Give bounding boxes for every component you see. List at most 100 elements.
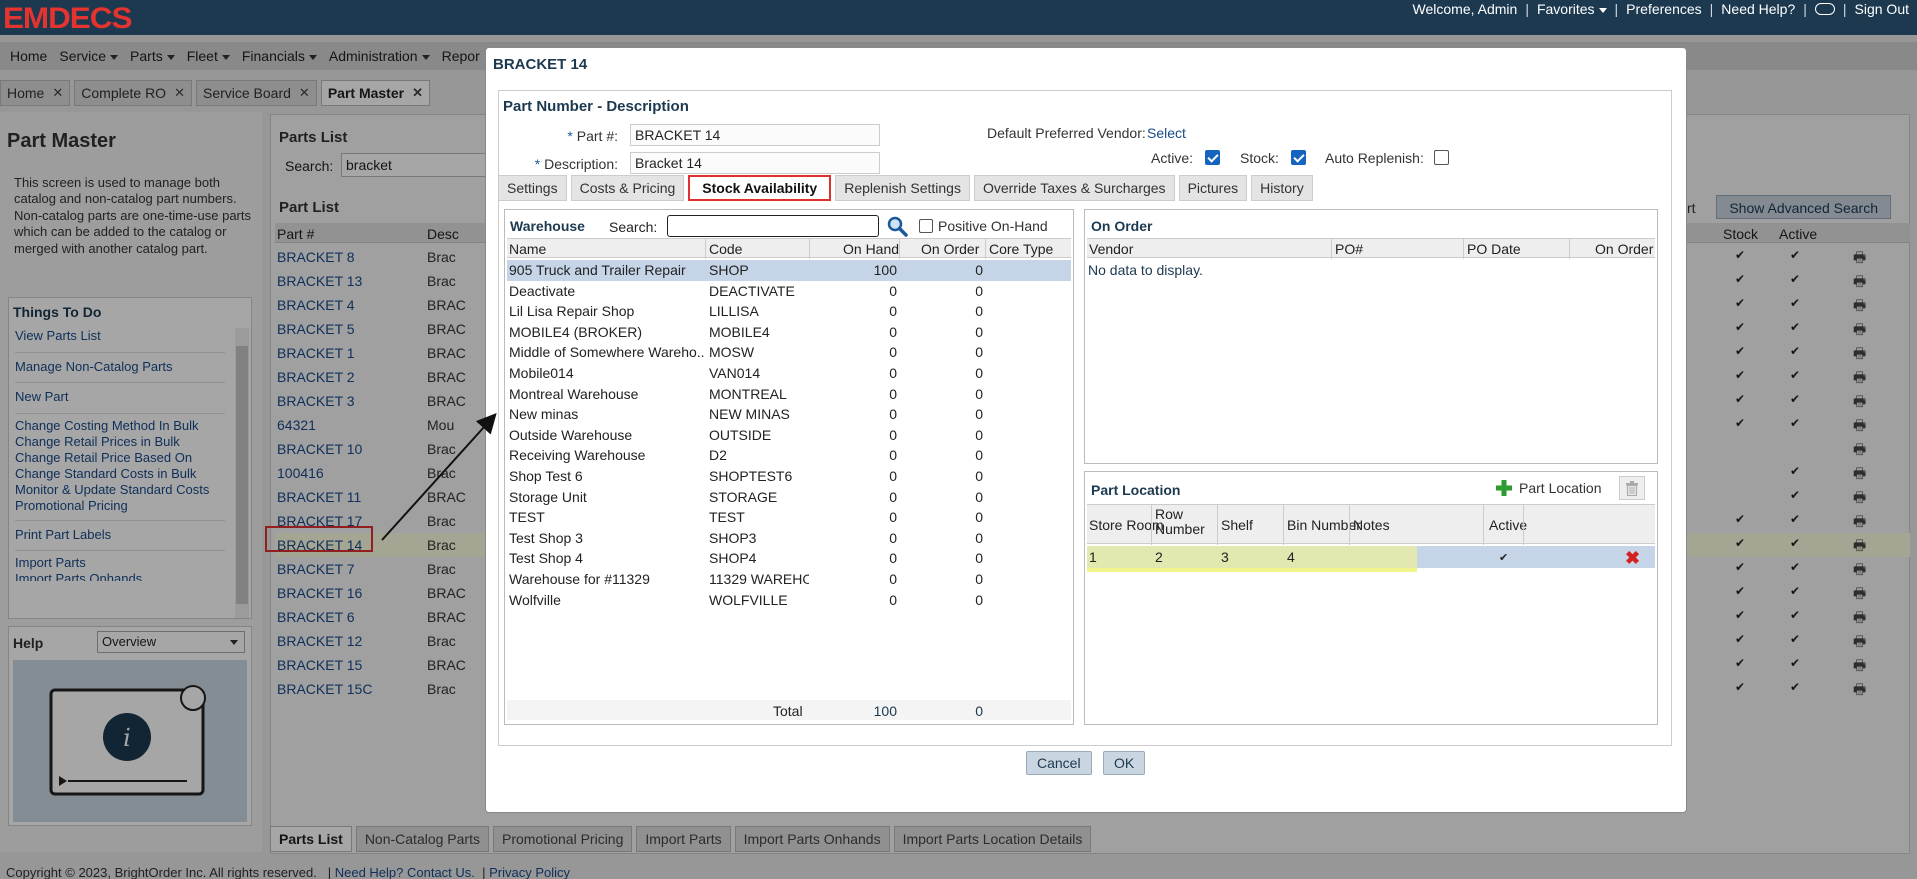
cell-store-room[interactable]: 1: [1089, 549, 1097, 565]
chat-icon[interactable]: [1814, 3, 1835, 15]
warehouse-onorder: 0: [975, 591, 983, 608]
cell-shelf[interactable]: 3: [1221, 549, 1229, 565]
warehouse-onhand: 0: [889, 509, 897, 526]
warehouse-row[interactable]: Montreal Warehouse MONTREAL 0 0: [507, 384, 1071, 405]
sign-out-link[interactable]: Sign Out: [1855, 1, 1909, 17]
warehouse-name: Test Shop 4: [509, 550, 583, 567]
auto-replenish-checkbox[interactable]: [1434, 150, 1449, 165]
warehouse-row[interactable]: Lil Lisa Repair Shop LILLISA 0 0: [507, 301, 1071, 322]
warehouse-row[interactable]: Storage Unit STORAGE 0 0: [507, 487, 1071, 508]
auto-replenish-label: Auto Replenish:: [1325, 150, 1424, 166]
warehouse-name: Wolfville: [509, 591, 561, 608]
col-shelf[interactable]: Shelf: [1221, 517, 1253, 533]
warehouse-row[interactable]: 905 Truck and Trailer Repair SHOP 100 0: [507, 260, 1071, 281]
warehouse-row[interactable]: New minas NEW MINAS 0 0: [507, 404, 1071, 425]
on-order-panel: On Order Vendor PO# PO Date On Order No …: [1084, 209, 1658, 464]
ok-button[interactable]: OK: [1103, 751, 1146, 775]
warehouse-row[interactable]: MOBILE4 (BROKER) MOBILE4 0 0: [507, 322, 1071, 343]
warehouse-onorder: 0: [975, 509, 983, 526]
tab-replenish-settings[interactable]: Replenish Settings: [835, 175, 970, 201]
stock-checkbox[interactable]: [1291, 150, 1306, 165]
warehouse-row[interactable]: Deactivate DEACTIVATE 0 0: [507, 281, 1071, 302]
stock-label: Stock:: [1240, 150, 1279, 166]
welcome-text: Welcome, Admin: [1412, 1, 1518, 17]
warehouse-onhand: 0: [889, 467, 897, 484]
warehouse-onhand: 0: [889, 406, 897, 423]
warehouse-row[interactable]: Shop Test 6 SHOPTEST6 0 0: [507, 466, 1071, 487]
tab-costs-pricing[interactable]: Costs & Pricing: [570, 175, 685, 201]
col-po[interactable]: PO#: [1335, 241, 1363, 257]
warehouse-onorder: 0: [975, 447, 983, 464]
warehouse-name: Montreal Warehouse: [509, 385, 639, 402]
col-name[interactable]: Name: [509, 241, 546, 257]
vendor-select-link[interactable]: Select: [1147, 125, 1186, 141]
positive-onhand-checkbox[interactable]: [919, 219, 933, 233]
warehouse-onhand: 0: [889, 591, 897, 608]
add-part-location-button[interactable]: Part Location: [1495, 479, 1602, 497]
warehouse-row[interactable]: Mobile014 VAN014 0 0: [507, 363, 1071, 384]
part-location-header: Store Room Row Number Shelf Bin Number N…: [1087, 504, 1655, 545]
warehouse-onhand: 0: [889, 344, 897, 361]
col-active[interactable]: Active: [1489, 517, 1527, 533]
warehouse-onorder: 0: [975, 550, 983, 567]
warehouse-onorder: 0: [975, 282, 983, 299]
warehouse-row[interactable]: Outside Warehouse OUTSIDE 0 0: [507, 425, 1071, 446]
top-bar: EMDECS Welcome, Admin | Favorites | Prefer…: [0, 0, 1917, 35]
warehouse-name: Receiving Warehouse: [509, 447, 646, 464]
col-core-type[interactable]: Core Type: [989, 241, 1053, 257]
warehouse-onhand: 0: [889, 570, 897, 587]
warehouse-search-input[interactable]: [667, 215, 879, 237]
col-onhand[interactable]: On Hand: [843, 241, 899, 257]
warehouse-name: Mobile014: [509, 364, 574, 381]
dialog-title: BRACKET 14: [493, 56, 588, 73]
tab-stock-availability[interactable]: Stock Availability: [688, 175, 832, 201]
warehouse-code: SHOP: [709, 262, 749, 278]
col-onorder[interactable]: On Order: [921, 241, 979, 257]
active-checkbox[interactable]: [1205, 150, 1220, 165]
col-code[interactable]: Code: [709, 241, 742, 257]
tab-override-taxes[interactable]: Override Taxes & Surcharges: [973, 175, 1175, 201]
tab-pictures[interactable]: Pictures: [1178, 175, 1248, 201]
warehouse-onorder: 0: [975, 262, 983, 278]
warehouse-row[interactable]: Wolfville WOLFVILLE 0 0: [507, 590, 1071, 611]
warehouse-onorder: 0: [975, 364, 983, 381]
warehouse-onhand: 0: [889, 323, 897, 340]
col-po-date[interactable]: PO Date: [1467, 241, 1521, 257]
description-input[interactable]: Bracket 14: [630, 152, 880, 174]
cell-row-number[interactable]: 2: [1155, 549, 1163, 565]
warehouse-code: SHOP3: [709, 529, 757, 546]
warehouse-row[interactable]: Test Shop 3 SHOP3 0 0: [507, 528, 1071, 549]
warehouse-code: STORAGE: [709, 488, 778, 505]
tab-history[interactable]: History: [1251, 175, 1313, 201]
cell-bin-number[interactable]: 4: [1287, 549, 1295, 565]
trash-icon[interactable]: [1619, 476, 1645, 500]
col-on-order[interactable]: On Order: [1595, 241, 1653, 257]
positive-onhand-label: Positive On-Hand: [938, 218, 1048, 234]
warehouse-code: WOLFVILLE: [709, 591, 788, 608]
warehouse-row[interactable]: Middle of Somewhere Wareho... MOSW 0 0: [507, 342, 1071, 363]
warehouse-onorder: 0: [975, 344, 983, 361]
cancel-button[interactable]: Cancel: [1026, 751, 1092, 775]
col-row-number[interactable]: Row Number: [1155, 507, 1215, 537]
favorites-menu[interactable]: Favorites: [1537, 1, 1607, 17]
part-location-row[interactable]: 1 2 3 4 ✔ ✖: [1087, 546, 1655, 572]
warehouse-row[interactable]: Receiving Warehouse D2 0 0: [507, 445, 1071, 466]
warehouse-row[interactable]: Warehouse for #11329 11329 WAREHO 0 0: [507, 569, 1071, 590]
warehouse-row[interactable]: Test Shop 4 SHOP4 0 0: [507, 548, 1071, 569]
warehouse-code: TEST: [709, 509, 745, 526]
preferences-link[interactable]: Preferences: [1626, 1, 1701, 17]
warehouse-code: MOBILE4: [709, 323, 770, 340]
tab-settings[interactable]: Settings: [498, 175, 567, 201]
section-title: Part Number - Description: [503, 98, 689, 115]
col-store-room[interactable]: Store Room: [1089, 517, 1164, 533]
warehouse-row[interactable]: TEST TEST 0 0: [507, 507, 1071, 528]
col-notes[interactable]: Notes: [1353, 517, 1390, 533]
part-number-input[interactable]: BRACKET 14: [630, 124, 880, 146]
app-logo: EMDECS: [2, 2, 133, 35]
need-help-link[interactable]: Need Help?: [1721, 1, 1795, 17]
description-label: * Description:: [534, 156, 618, 172]
delete-icon[interactable]: ✖: [1625, 549, 1640, 567]
search-icon[interactable]: [886, 215, 908, 237]
warehouse-onhand: 100: [873, 262, 897, 278]
col-vendor[interactable]: Vendor: [1089, 241, 1133, 257]
